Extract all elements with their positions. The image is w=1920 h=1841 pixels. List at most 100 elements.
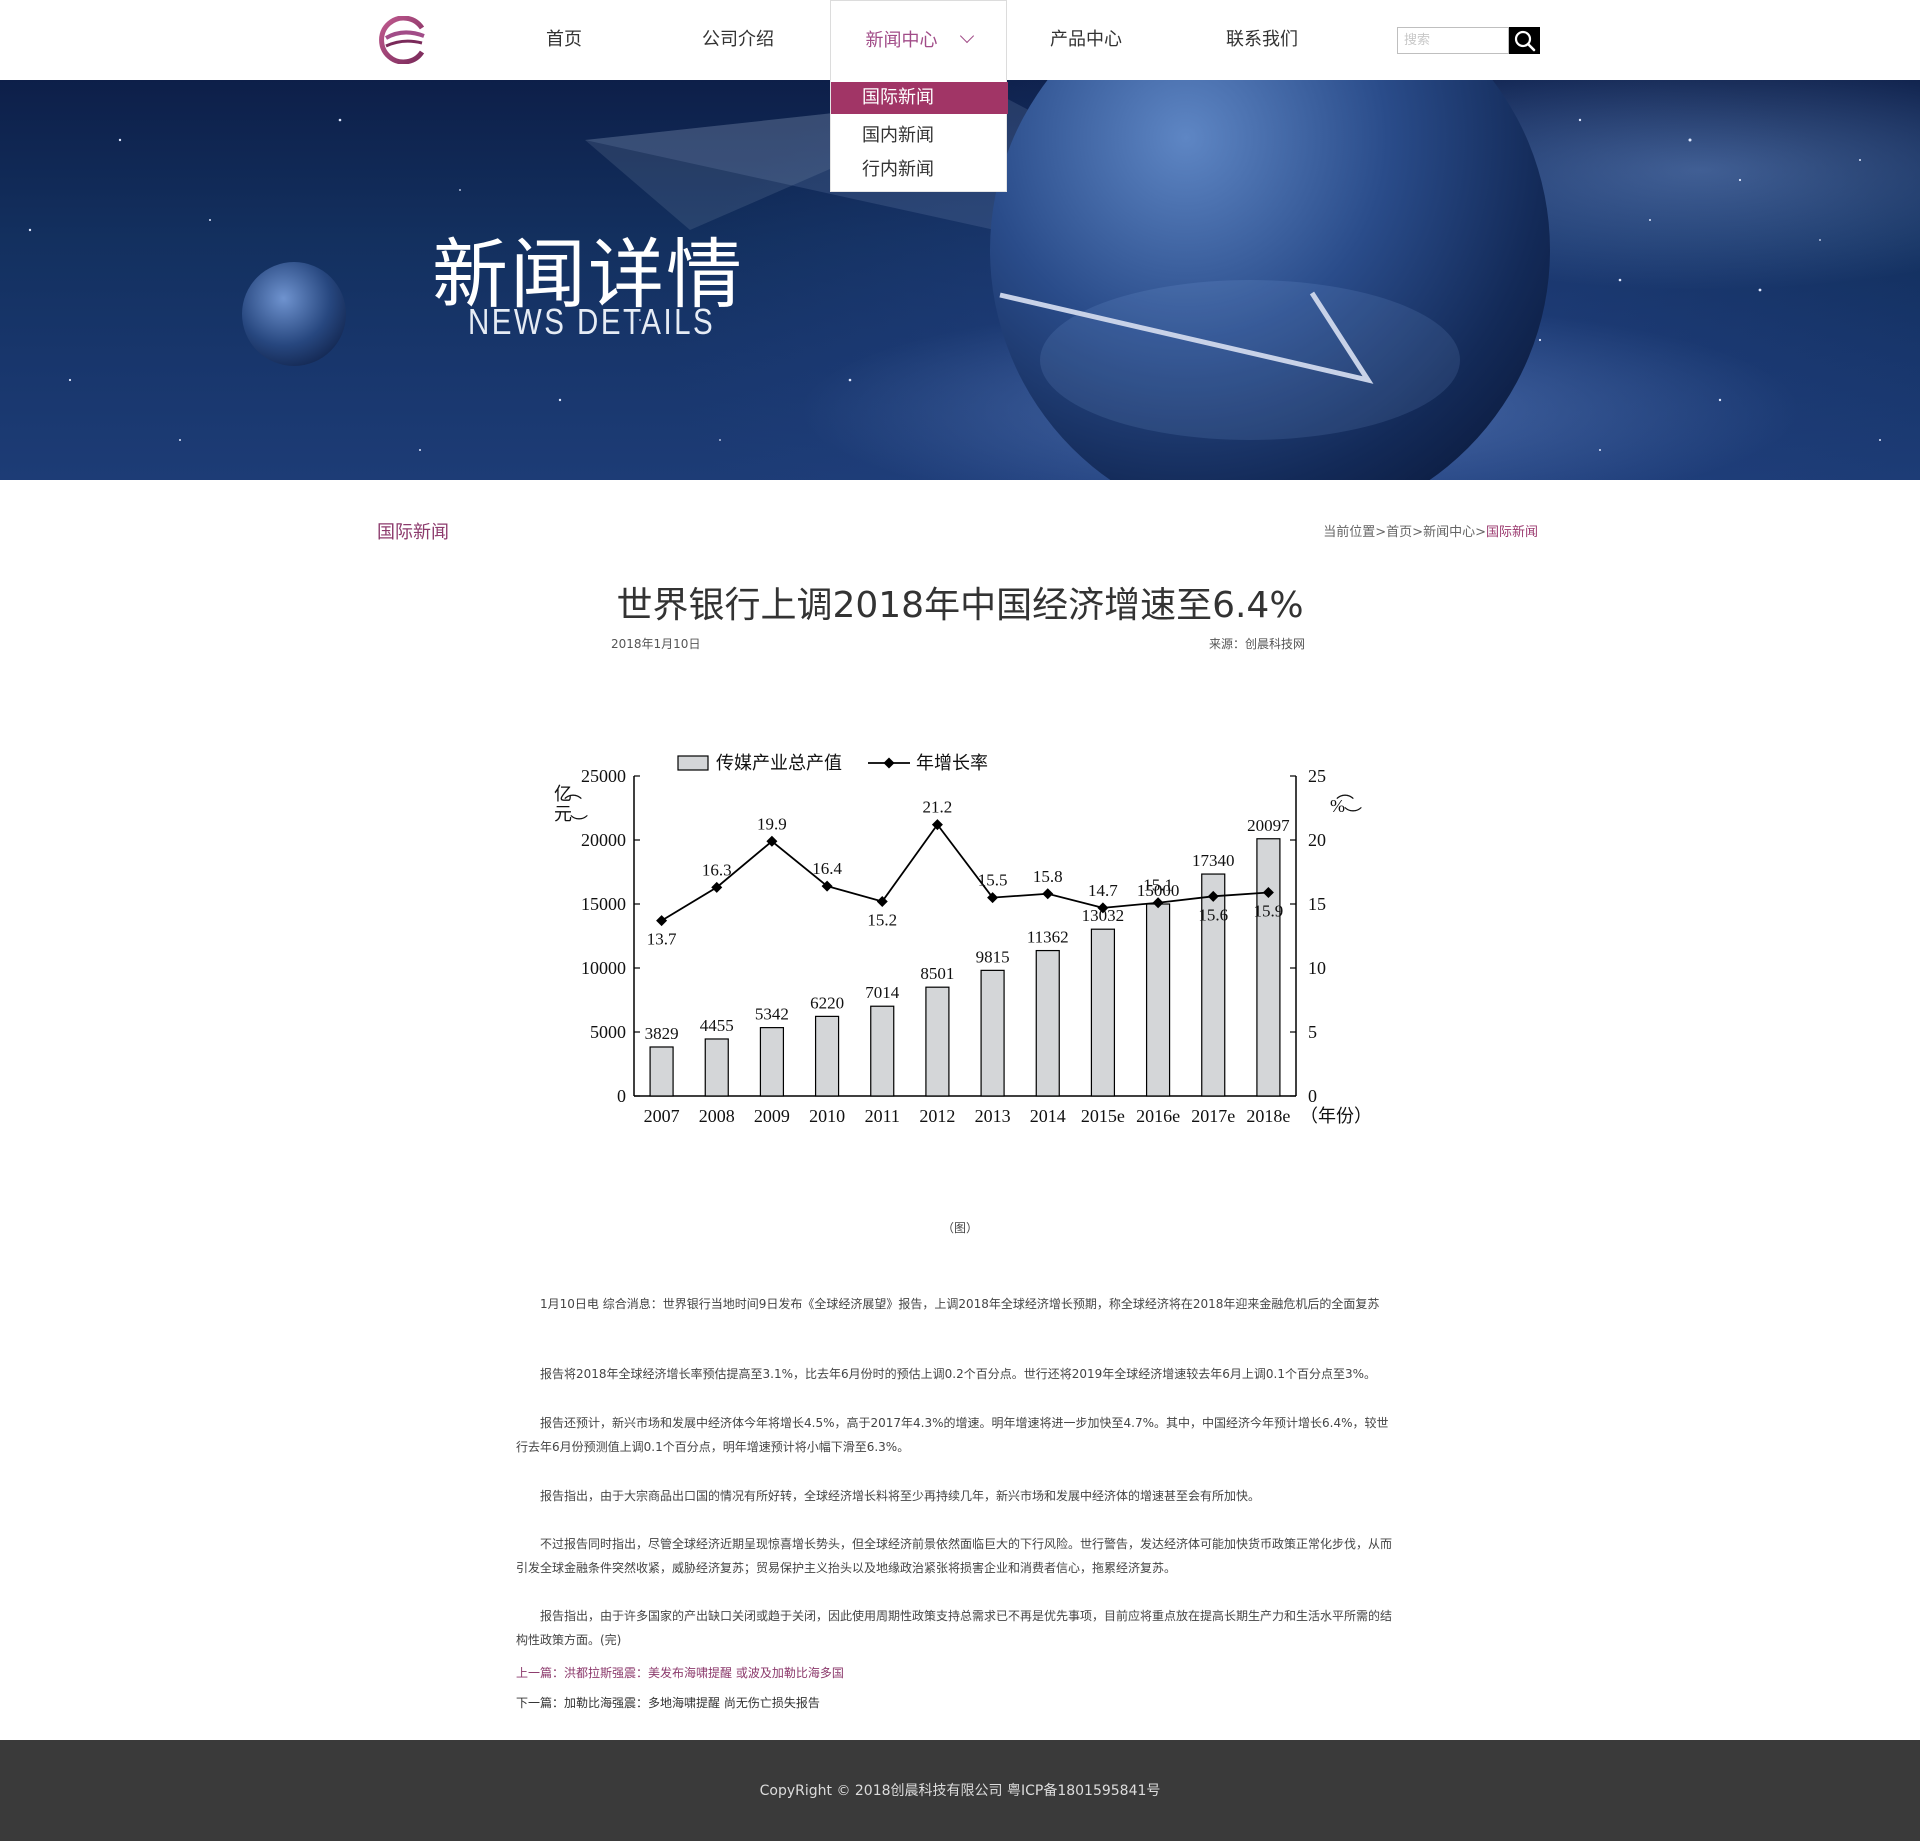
bar-data-label: 20097 bbox=[1247, 816, 1290, 835]
breadcrumb-separator: > bbox=[1375, 525, 1387, 540]
article-paragraph: 报告将2018年全球经济增长率预估提高至3.1%，比去年6月份时的预估上调0.2… bbox=[540, 1367, 1377, 1381]
left-axis-label: 亿 bbox=[554, 784, 572, 804]
legend-line-label: 年增长率 bbox=[916, 753, 988, 773]
bar-data-label: 17340 bbox=[1192, 851, 1235, 870]
bar-data-label: 3829 bbox=[645, 1024, 679, 1043]
x-axis-tick-label: 2007 bbox=[644, 1106, 680, 1126]
chart-bar bbox=[814, 1015, 840, 1097]
search-icon bbox=[1514, 30, 1536, 52]
chart-bar bbox=[704, 1038, 729, 1097]
chart-bar bbox=[759, 1027, 785, 1097]
copyright-text: CopyRight © 2018创晨科技有限公司 粤ICP备1801595841… bbox=[759, 1783, 1161, 1799]
breadcrumb-news-center[interactable]: 新闻中心 bbox=[1423, 525, 1475, 540]
chart-bar bbox=[925, 986, 950, 1097]
right-axis-tick-label: 20 bbox=[1308, 830, 1326, 850]
breadcrumb-home[interactable]: 首页 bbox=[1386, 525, 1412, 540]
line-data-label: 13.7 bbox=[647, 930, 677, 949]
nav-news[interactable]: 新闻中心 bbox=[830, 0, 1007, 80]
next-article-link[interactable]: 下一篇：加勒比海强震：多地海啸提醒 尚无伤亡损失报告 bbox=[516, 1694, 820, 1711]
nav-contact[interactable]: 联系我们 bbox=[1216, 0, 1308, 80]
x-axis-tick-label: 2011 bbox=[865, 1106, 900, 1126]
bar-data-label: 7014 bbox=[865, 983, 900, 1002]
line-data-label: 15.1 bbox=[1143, 876, 1173, 895]
article-paragraph: 报告指出，由于许多国家的产出缺口关闭或趋于关闭，因此使用周期性政策支持总需求已不… bbox=[516, 1609, 1393, 1647]
nav-news-label: 新闻中心 bbox=[865, 30, 938, 51]
right-axis-tick-label: 10 bbox=[1308, 958, 1326, 978]
line-data-label: 19.9 bbox=[757, 814, 787, 833]
nav-products[interactable]: 产品中心 bbox=[1040, 0, 1132, 80]
x-axis-tick-label: 2014 bbox=[1030, 1106, 1066, 1126]
x-axis-tick-label: 2016e bbox=[1136, 1106, 1180, 1126]
dropdown-item-international-news[interactable]: 国际新闻 bbox=[831, 82, 1008, 114]
chart-bar bbox=[649, 1046, 674, 1097]
article-paragraph: 不过报告同时指出，尽管全球经济近期呈现惊喜增长势头，但全球经济前景依然面临巨大的… bbox=[516, 1537, 1393, 1575]
right-axis-tick-label: 25 bbox=[1308, 766, 1326, 786]
nav-about[interactable]: 公司介绍 bbox=[690, 0, 786, 80]
bar-data-label: 4455 bbox=[700, 1016, 734, 1035]
line-data-label: 15.8 bbox=[1033, 867, 1063, 886]
line-data-label: 15.9 bbox=[1254, 901, 1284, 920]
left-axis-tick-label: 10000 bbox=[581, 958, 626, 978]
bar-data-label: 5342 bbox=[755, 1005, 789, 1024]
nav-home[interactable]: 首页 bbox=[520, 0, 608, 80]
line-data-label: 15.6 bbox=[1198, 905, 1228, 924]
right-axis-tick-label: 0 bbox=[1308, 1086, 1317, 1106]
article-chart: 0 5000 10000 15000 20000 25000 0 5 10 15 20 25 （亿元）（… bbox=[548, 752, 1372, 1136]
chart-bar bbox=[1256, 838, 1281, 1097]
line-data-label: 21.2 bbox=[923, 798, 953, 817]
left-axis-tick-label: 15000 bbox=[581, 894, 626, 914]
chart-bar bbox=[1035, 949, 1060, 1097]
bar-data-label: 8501 bbox=[920, 964, 954, 983]
company-logo[interactable] bbox=[378, 16, 428, 64]
breadcrumb-prefix: 当前位置 bbox=[1323, 525, 1376, 540]
article-title: 世界银行上调2018年中国经济增速至6.4% bbox=[616, 585, 1304, 626]
growth-rate-point bbox=[656, 915, 668, 927]
right-axis-tick-label: 5 bbox=[1308, 1022, 1317, 1042]
search-input[interactable] bbox=[1397, 27, 1509, 54]
site-header: 首页 公司介绍 新闻中心 产品中心 联系我们 bbox=[0, 0, 1920, 80]
bar-data-label: 9815 bbox=[976, 947, 1010, 966]
growth-rate-line bbox=[661, 823, 1269, 922]
x-axis-label: （年份） bbox=[1300, 1106, 1372, 1126]
breadcrumb: 当前位置>首页>新闻中心>国际新闻 bbox=[1323, 521, 1538, 540]
x-axis-tick-label: 2017e bbox=[1191, 1106, 1235, 1126]
previous-article-link[interactable]: 上一篇：洪都拉斯强震：美发布海啸提醒 或波及加勒比海多国 bbox=[516, 1664, 844, 1681]
line-data-label: 15.2 bbox=[867, 910, 897, 929]
x-axis-tick-label: 2013 bbox=[975, 1106, 1011, 1126]
x-axis-tick-label: 2010 bbox=[809, 1106, 845, 1126]
line-data-label: 16.3 bbox=[702, 860, 732, 879]
banner-subtitle: NEWS DETAILS bbox=[468, 301, 716, 342]
chart-bar bbox=[1090, 928, 1116, 1097]
line-data-label: 15.5 bbox=[978, 871, 1008, 890]
chart-svg: 05000100001500020000250000510152025（亿元）（… bbox=[554, 753, 1372, 1126]
breadcrumb-current[interactable]: 国际新闻 bbox=[1486, 525, 1538, 540]
chart-bar bbox=[1145, 903, 1171, 1097]
site-footer: CopyRight © 2018创晨科技有限公司 粤ICP备1801595841… bbox=[0, 1740, 1920, 1841]
chart-bar bbox=[870, 1005, 895, 1097]
left-axis-tick-label: 25000 bbox=[581, 766, 626, 786]
legend-bar-label: 传媒产业总产值 bbox=[716, 753, 842, 773]
x-axis-tick-label: 2008 bbox=[699, 1106, 735, 1126]
chevron-down-icon bbox=[959, 28, 974, 44]
news-dropdown-menu: 国际新闻 国内新闻 行内新闻 bbox=[830, 80, 1008, 192]
x-axis-tick-label: 2018e bbox=[1246, 1106, 1290, 1126]
section-label: 国际新闻 bbox=[377, 522, 449, 543]
bar-data-label: 6220 bbox=[810, 993, 844, 1012]
search-button[interactable] bbox=[1509, 27, 1540, 54]
article-paragraph: 1月10日电 综合消息：世界银行当地时间9日发布《全球经济展望》报告，上调201… bbox=[540, 1297, 1380, 1311]
article-paragraph: 报告指出，由于大宗商品出口国的情况有所好转，全球经济增长料将至少再持续几年，新兴… bbox=[540, 1489, 1261, 1503]
dropdown-item-industry-news[interactable]: 行内新闻 bbox=[831, 154, 1008, 186]
line-data-label: 14.7 bbox=[1088, 881, 1118, 900]
x-axis-tick-label: 2012 bbox=[919, 1106, 955, 1126]
line-data-label: 16.4 bbox=[812, 859, 842, 878]
article-paragraph: 报告还预计，新兴市场和发展中经济体今年将增长4.5%，高于2017年4.3%的增… bbox=[516, 1416, 1389, 1454]
x-axis-tick-label: 2015e bbox=[1081, 1106, 1125, 1126]
dropdown-item-domestic-news[interactable]: 国内新闻 bbox=[831, 120, 1008, 152]
growth-rate-point bbox=[1042, 888, 1054, 900]
right-axis-tick-label: 15 bbox=[1308, 894, 1326, 914]
legend-line-marker bbox=[883, 757, 895, 769]
legend-bar-swatch bbox=[677, 755, 709, 771]
left-axis-tick-label: 0 bbox=[617, 1086, 626, 1106]
right-axis-paren: ） bbox=[1342, 806, 1362, 824]
breadcrumb-separator: > bbox=[1475, 525, 1486, 540]
